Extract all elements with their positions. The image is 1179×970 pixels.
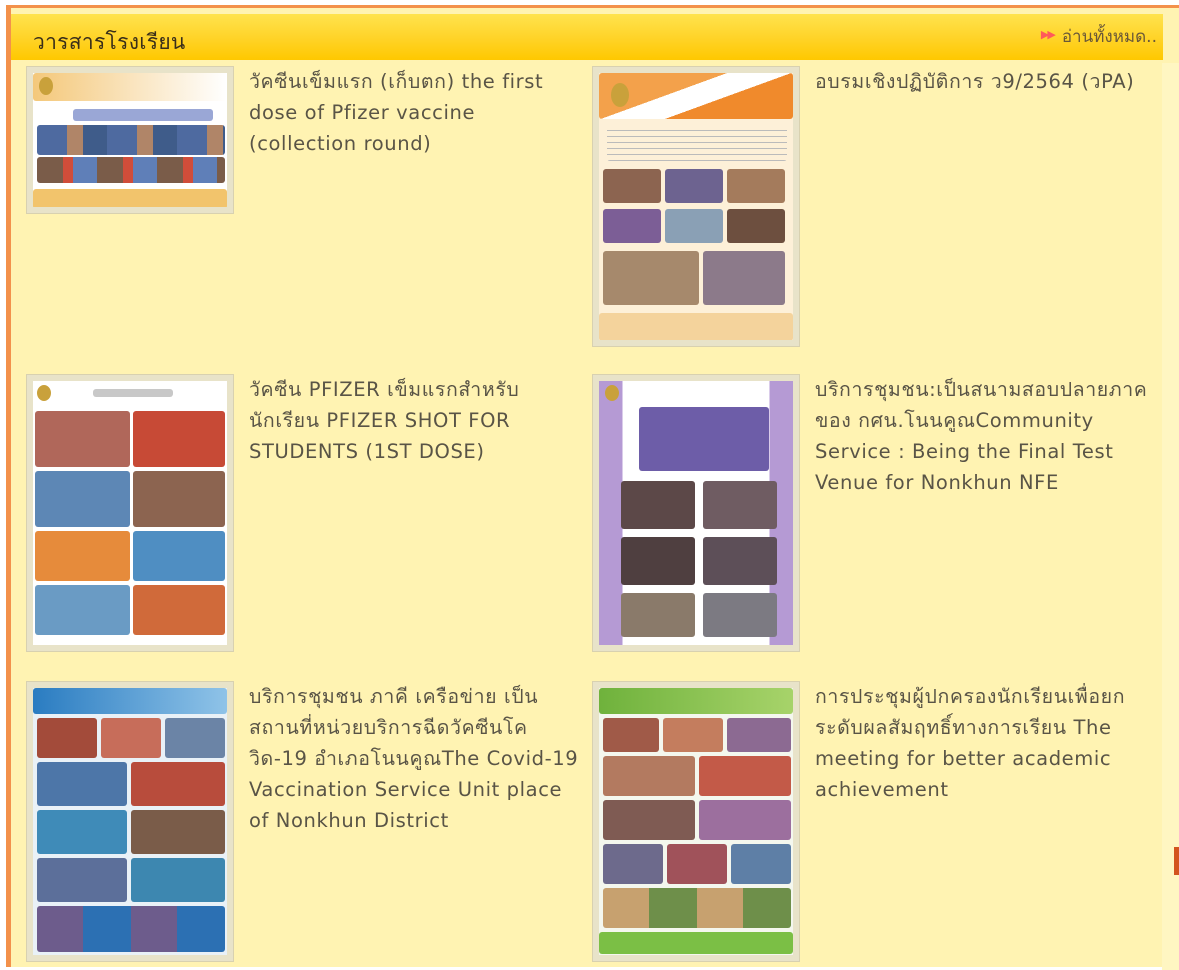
section-title: วารสารโรงเรียน — [33, 30, 186, 54]
right-edge-strip — [1162, 63, 1179, 970]
article-title[interactable]: บริการชุมชน ภาคี เครือข่าย เป็นสถานที่หน… — [249, 681, 579, 836]
article-thumbnail[interactable] — [592, 374, 800, 652]
article-title[interactable]: วัคซีนเข็มแรก (เก็บตก) the first dose of… — [249, 66, 579, 159]
school-journal-section: วารสารโรงเรียน ▶▶ อ่านทั้งหมด.. วัคซีนเข… — [6, 5, 1179, 970]
article-thumbnail[interactable] — [592, 681, 800, 962]
section-header: วารสารโรงเรียน ▶▶ อ่านทั้งหมด.. — [11, 14, 1163, 60]
article-thumbnail[interactable] — [26, 374, 234, 652]
article-title[interactable]: การประชุมผู้ปกครองนักเรียนเพื่อยกระดับผล… — [815, 681, 1145, 805]
article-thumbnail[interactable] — [592, 66, 800, 347]
article-title[interactable]: บริการชุมชน:เป็นสนามสอบปลายภาคของ กศน.โน… — [815, 374, 1155, 498]
article-thumbnail[interactable] — [26, 681, 234, 962]
article-thumbnail[interactable] — [26, 66, 234, 214]
side-tab-marker — [1174, 847, 1179, 875]
article-title[interactable]: วัคซีน PFIZER เข็มแรกสำหรับนักเรียน PFIZ… — [249, 374, 579, 467]
read-all-link[interactable]: ▶▶ อ่านทั้งหมด.. — [1041, 23, 1157, 50]
article-title[interactable]: อบรมเชิงปฏิบัติการ ว9/2564 (วPA) — [815, 66, 1145, 97]
double-arrow-icon: ▶▶ — [1040, 28, 1056, 41]
read-all-label: อ่านทั้งหมด.. — [1061, 27, 1157, 47]
